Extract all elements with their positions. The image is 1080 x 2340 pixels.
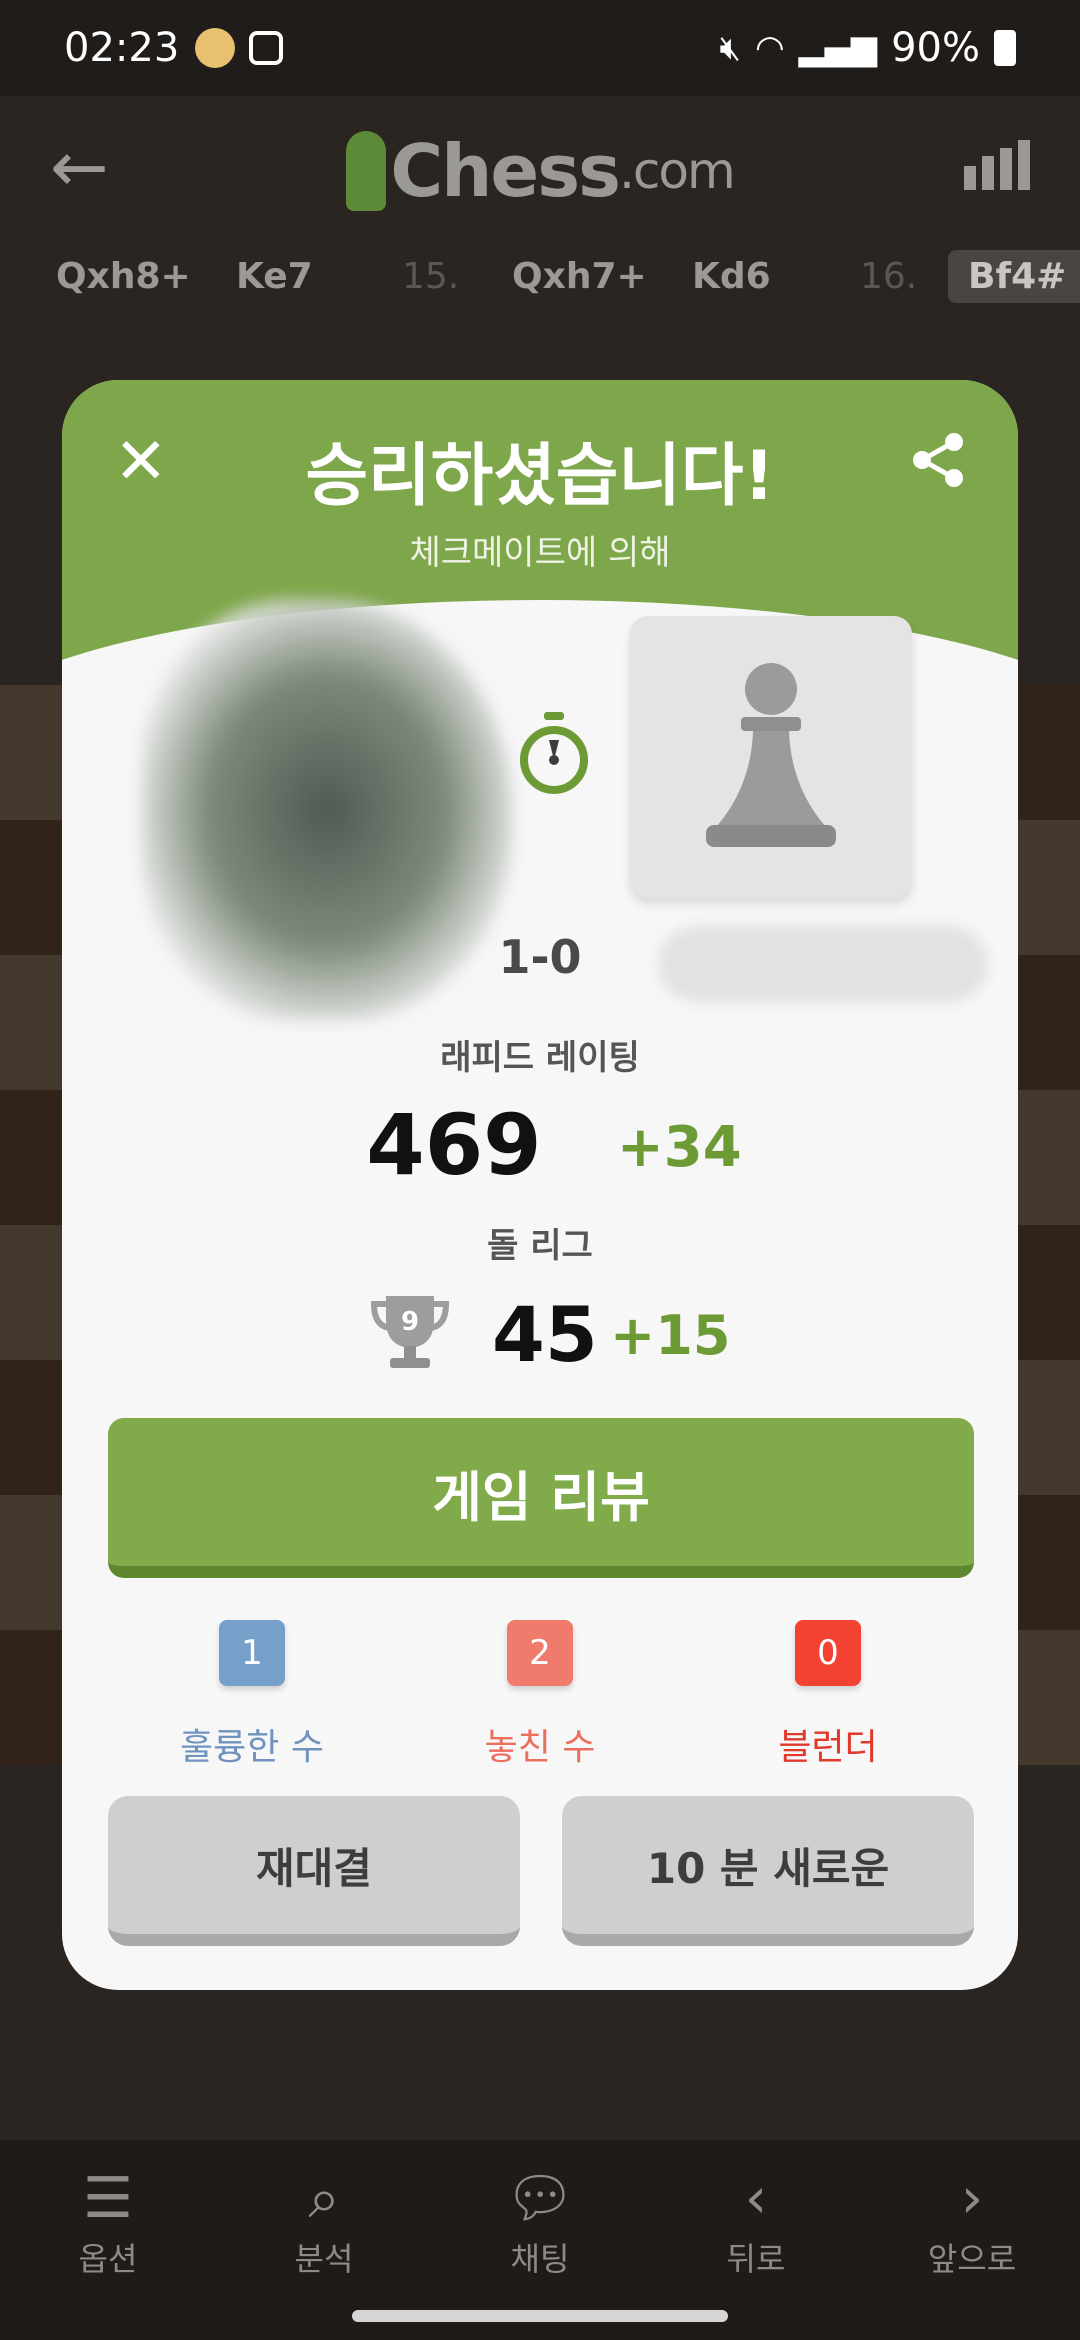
trophy-icon: 9 [370,1296,450,1368]
nav-analysis-label: 분석 [294,2240,354,2278]
nav-back-label: 뒤로 [726,2240,786,2278]
move-number: 15. [402,255,460,297]
battery-icon [994,30,1016,66]
status-time: 02:23 [64,25,180,71]
league-row: 9 45 +15 [62,1290,1018,1390]
home-indicator[interactable] [352,2310,728,2322]
miss-label: 놓친 수 [484,1727,596,1768]
rating-value: 469 [366,1096,542,1194]
blunder-label: 블런더 [778,1727,878,1768]
app-header: ← Chess .com [0,96,1080,246]
move-number: 16. [860,255,918,297]
league-delta: +15 [610,1304,731,1367]
status-bar: 02:23 🔇︎ ◠ ▂▄▆ 90% [0,0,1080,96]
opponent-name [658,926,988,1002]
game-result-modal: ✕ 승리하셨습니다! 체크메이트에 의해 1-0 래피드 레이팅 469 +34… [62,380,1018,1990]
rating-label: 래피드 레이팅 [440,1038,640,1078]
pawn-logo-icon [346,131,387,211]
great-move-label: 훌륭한 수 [180,1727,324,1768]
opponent-avatar [630,616,912,898]
league-points: 45 [492,1290,598,1379]
wifi-icon: ◠ [754,28,785,68]
result-subtitle: 체크메이트에 의해 [409,533,671,573]
nav-chat-label: 채팅 [510,2240,570,2278]
league-rank: 9 [401,1307,419,1337]
nav-options-label: 옵션 [78,2240,138,2278]
stopwatch-icon [520,712,588,794]
rematch-button[interactable]: 재대결 [108,1796,520,1946]
stat-great-moves[interactable]: 1 훌륭한 수 [102,1620,402,1770]
rating-row: 469 +34 [62,1096,1018,1194]
stat-blunders[interactable]: 0 블런더 [678,1620,978,1770]
result-title: 승리하셨습니다! [305,437,775,516]
chevron-left-icon: ‹ [744,2166,768,2231]
blunder-count: 0 [795,1620,861,1686]
stat-missed-moves[interactable]: 2 놓친 수 [390,1620,690,1770]
league-label: 돌 리그 [487,1226,593,1266]
great-move-count: 1 [219,1620,285,1686]
signal-icon: ▂▄▆ [798,28,878,68]
status-indicators: 🔇︎ ◠ ▂▄▆ 90% [720,25,1016,71]
mute-icon: 🔇︎ [719,28,741,68]
nav-options[interactable]: ☰ 옵션 [8,2164,208,2340]
pawn-icon [706,663,836,847]
back-arrow-icon[interactable]: ← [50,126,109,208]
move-item[interactable]: Qxh8+ [56,256,191,297]
move-item-current[interactable]: Bf4# [948,249,1080,303]
move-item[interactable]: Ke7 [236,256,313,297]
rating-delta: +34 [616,1115,742,1180]
miss-count: 2 [507,1620,573,1686]
battery-level: 90% [891,25,980,71]
nav-forward[interactable]: › 앞으로 [872,2164,1072,2340]
chat-icon: 💬︎ [504,2166,576,2231]
list-icon: ☰ [82,2166,134,2231]
move-list[interactable]: Qxh8+ Ke7 15. Qxh7+ Kd6 16. Bf4# [0,246,1080,306]
logo-suffix: .com [618,142,736,200]
nav-forward-label: 앞으로 [927,2240,1017,2278]
new-game-button[interactable]: 10 분 새로운 [562,1796,974,1946]
move-item[interactable]: Qxh7+ [512,256,647,297]
stats-bars-icon[interactable] [964,140,1030,190]
logo-text: Chess [390,129,621,213]
chess-logo: Chess .com [346,129,736,213]
notification-avatar-icon [195,28,236,68]
move-item[interactable]: Kd6 [692,256,771,297]
game-review-button[interactable]: 게임 리뷰 [108,1418,974,1578]
chevron-right-icon: › [960,2166,984,2231]
analysis-icon: ⌕ [308,2166,340,2231]
game-controller-icon [249,31,284,65]
